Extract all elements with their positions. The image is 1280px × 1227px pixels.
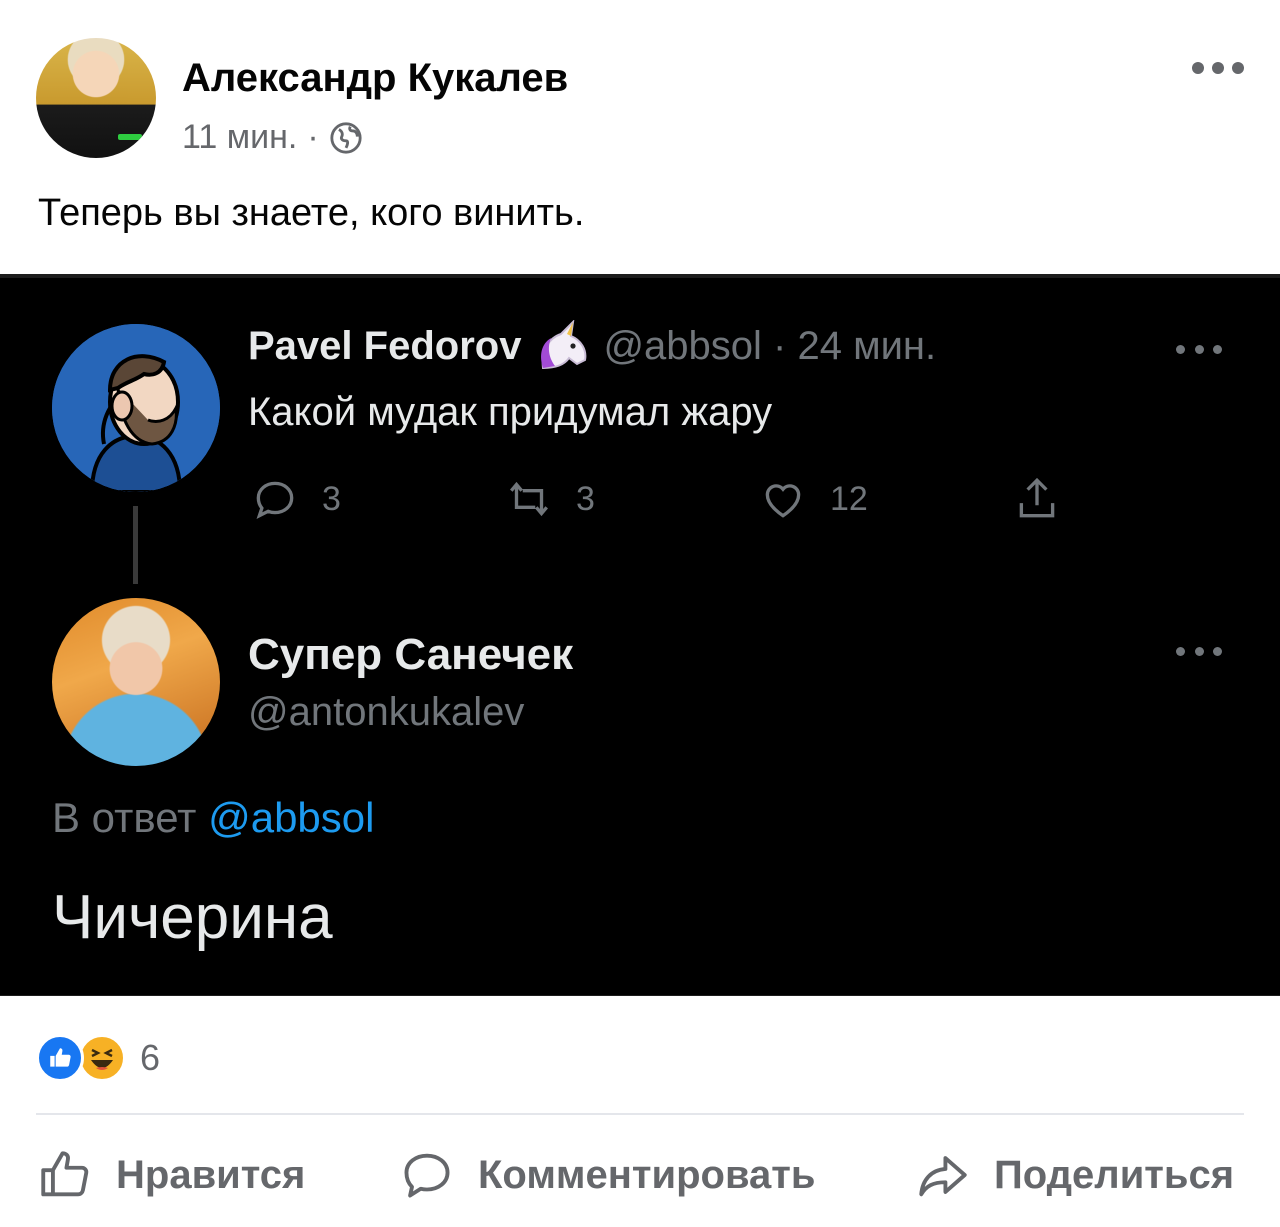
reply-action[interactable]: 3 — [250, 474, 341, 524]
share-action[interactable] — [1012, 474, 1062, 524]
tweet1-header: Pavel Fedorov @abbsol · 24 мин. — [248, 320, 936, 372]
tweet1-author-name[interactable]: Pavel Fedorov — [248, 324, 521, 369]
tweet-screenshot[interactable]: Pavel Fedorov @abbsol · 24 мин. Какой му… — [0, 274, 1280, 996]
tweet2-author-name[interactable]: Супер Санечек — [248, 630, 573, 680]
like-count: 12 — [830, 479, 868, 518]
reply-handle-link[interactable]: @abbsol — [208, 794, 374, 841]
reply-icon — [256, 481, 294, 519]
tweet2-more-icon[interactable] — [1176, 644, 1222, 658]
thread-line — [133, 506, 138, 584]
comment-button[interactable]: Комментировать — [398, 1146, 815, 1204]
thumbs-up-icon — [41, 1151, 89, 1197]
like-reaction-icon — [36, 1034, 84, 1082]
unicorn-icon — [541, 320, 587, 370]
meta-separator: · — [307, 118, 319, 156]
tweet1-more-icon[interactable] — [1176, 342, 1222, 356]
divider — [36, 1113, 1244, 1115]
tweet1-text: Какой мудак придумал жару — [248, 390, 773, 434]
post-text: Теперь вы знаете, кого винить. — [38, 192, 585, 234]
reply-to-line: В ответ @abbsol — [52, 794, 374, 842]
author-name[interactable]: Александр Кукалев — [182, 56, 568, 101]
share-button[interactable]: Поделиться — [914, 1146, 1234, 1204]
comment-button-label: Комментировать — [478, 1152, 816, 1197]
post-time[interactable]: 11 мин. — [182, 118, 297, 157]
tweet1-handle-time: @abbsol · 24 мин. — [603, 323, 937, 368]
haha-reaction-icon — [78, 1034, 126, 1082]
post-header: Александр Кукалев 11 мин. · — [0, 0, 1280, 170]
retweet-icon — [510, 481, 548, 517]
more-options-icon[interactable] — [1192, 54, 1244, 82]
author-avatar[interactable] — [36, 38, 156, 158]
post-action-bar: Нравится Комментировать Поделиться — [0, 1140, 1280, 1212]
share-button-label: Поделиться — [994, 1152, 1235, 1197]
heart-icon — [765, 484, 801, 518]
post-meta: 11 мин. · — [182, 118, 363, 157]
reply-prefix: В ответ — [52, 794, 197, 841]
tweet2-handle[interactable]: @antonkukalev — [248, 690, 524, 735]
tweet2-text: Чичерина — [52, 883, 333, 952]
globe-icon — [330, 121, 362, 154]
comment-icon — [404, 1153, 450, 1198]
like-action[interactable]: 12 — [758, 474, 868, 524]
share-icon — [1019, 477, 1055, 518]
like-button[interactable]: Нравится — [36, 1146, 305, 1204]
tweet1-actions: 3 3 12 — [250, 474, 1070, 530]
reactions-summary[interactable]: 6 — [36, 1034, 160, 1082]
reply-count: 3 — [322, 479, 341, 518]
retweet-action[interactable]: 3 — [504, 474, 595, 524]
share-arrow-icon — [919, 1156, 967, 1197]
pavel-avatar — [52, 324, 220, 492]
reaction-count: 6 — [140, 1037, 161, 1078]
anton-avatar — [52, 598, 220, 766]
retweet-count: 3 — [576, 479, 595, 518]
like-button-label: Нравится — [116, 1152, 306, 1197]
